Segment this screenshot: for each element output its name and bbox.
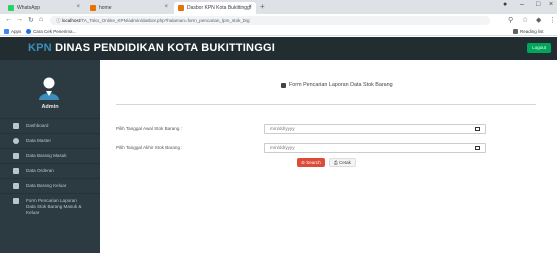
sidebar-item-label: Dashboard — [26, 123, 49, 128]
bookmark-label: Apps — [11, 29, 22, 34]
profile-icon[interactable]: ● — [503, 1, 507, 8]
reading-list-label: Reading list — [520, 29, 544, 34]
reload-icon[interactable]: ↻ — [28, 16, 34, 24]
sidebar-item-data-barang-keluar[interactable]: Data Barang Keluar — [0, 178, 100, 193]
file-icon — [13, 168, 19, 174]
close-window-icon[interactable]: × — [549, 1, 553, 8]
brand-prefix: KPN — [28, 42, 52, 54]
print-button[interactable]: ⎙ Cetak — [329, 158, 356, 167]
new-tab-icon[interactable]: + — [260, 2, 265, 11]
sidebar-item-data-orderan[interactable]: Data Orderan — [0, 163, 100, 178]
start-date-label: Pilih Tanggal Awal Stok Barang : — [116, 126, 182, 131]
bookmarks-bar: Apps Cara Cek Penerima... Reading list — [0, 27, 557, 36]
back-icon[interactable]: ← — [5, 16, 12, 23]
globe-icon — [26, 29, 31, 34]
calendar-icon[interactable] — [475, 127, 480, 131]
user-avatar-icon — [39, 77, 59, 100]
sidebar-item-label: Data Master — [26, 138, 52, 143]
star-icon[interactable]: ☆ — [522, 16, 528, 24]
url-field[interactable]: ⓘ localhost/TA_Toko_Online_KPN/admin/das… — [50, 16, 490, 25]
search-button[interactable]: ⊘ Search — [297, 158, 325, 167]
bookmark-cara-cek[interactable]: Cara Cek Penerima... — [26, 29, 76, 34]
brand-rest: DINAS PENDIDIKAN KOTA BUKITTINGGI — [51, 42, 275, 54]
sidebar-item-dashboard[interactable]: Dashboard — [0, 118, 100, 133]
home-icon[interactable]: ⌂ — [39, 16, 43, 23]
bookmark-apps[interactable]: Apps — [4, 29, 21, 34]
sidebar-item-label: Data Orderan — [26, 168, 54, 173]
sidebar-menu: Dashboard Data Master Data Barang Masuk … — [0, 118, 100, 220]
bookmark-label: Cara Cek Penerima... — [33, 29, 77, 34]
dashboard-icon — [13, 123, 19, 129]
end-date-input[interactable]: mm/dd/yyyy — [264, 143, 486, 153]
tab-label: home — [99, 5, 112, 11]
tab-label: Dasbor KPN Kota Bukittinggi — [187, 5, 251, 11]
logout-label: Logout — [532, 45, 546, 50]
apps-icon — [4, 29, 9, 34]
page-icon — [178, 5, 184, 11]
main-content: Form Pencarian Laporan Data Stok Barang … — [100, 60, 557, 253]
database-icon — [13, 138, 19, 144]
file-icon — [281, 82, 286, 88]
search-form-box: Form Pencarian Laporan Data Stok Barang … — [116, 74, 536, 164]
sidebar-item-label: Data Barang Masuk — [26, 153, 67, 158]
reading-list[interactable]: Reading list — [513, 29, 544, 34]
url-path: /TA_Toko_Online_KPN/admin/dasbor.php?hal… — [80, 18, 250, 23]
end-date-label: Pilih Tanggal Akhir Stok Barang : — [116, 145, 183, 150]
start-date-input[interactable]: mm/dd/yyyy — [264, 124, 486, 134]
tab-dasbor[interactable]: Dasbor KPN Kota Bukittinggi × — [174, 2, 256, 14]
close-icon[interactable]: × — [164, 4, 168, 10]
menu-icon[interactable]: ⋮ — [549, 16, 556, 24]
extension-icon[interactable]: ◆ — [536, 16, 541, 24]
close-icon[interactable]: × — [248, 4, 252, 10]
calendar-icon[interactable] — [475, 146, 480, 150]
app-header: KPN DINAS PENDIDIKAN KOTA BUKITTINGGI Lo… — [0, 37, 557, 60]
tab-home[interactable]: home × — [86, 2, 172, 14]
start-date-placeholder: mm/dd/yyyy — [270, 126, 295, 131]
end-date-placeholder: mm/dd/yyyy — [270, 145, 295, 150]
address-bar-row: ← → ↻ ⌂ ⓘ localhost/TA_Toko_Online_KPN/a… — [0, 14, 557, 27]
sidebar-item-data-master[interactable]: Data Master — [0, 133, 100, 148]
sidebar-item-label: Form Pencarian Laporan Data Stok Barang … — [26, 198, 82, 215]
minimize-icon[interactable]: – — [520, 1, 524, 8]
brand-title: KPN DINAS PENDIDIKAN KOTA BUKITTINGGI — [28, 42, 275, 54]
page-icon — [90, 5, 96, 11]
form-title: Form Pencarian Laporan Data Stok Barang — [281, 82, 393, 88]
file-icon — [13, 198, 19, 204]
search-label: Search — [306, 160, 321, 165]
sidebar: Admin Dashboard Data Master Data Barang … — [0, 60, 100, 253]
tab-whatsapp[interactable]: WhatsApp × — [4, 2, 84, 14]
url-host: localhost — [61, 18, 81, 23]
tab-label: WhatsApp — [17, 5, 41, 11]
file-icon — [13, 153, 19, 159]
forward-icon[interactable]: → — [16, 16, 23, 23]
file-icon — [13, 183, 19, 189]
form-title-text: Form Pencarian Laporan Data Stok Barang — [289, 82, 393, 88]
divider — [116, 104, 536, 105]
sidebar-item-label: Data Barang Keluar — [26, 183, 67, 188]
sidebar-item-form-pencarian[interactable]: Form Pencarian Laporan Data Stok Barang … — [0, 193, 100, 220]
browser-tab-strip: WhatsApp × home × Dasbor KPN Kota Bukitt… — [0, 0, 557, 14]
user-name: Admin — [41, 104, 59, 110]
close-icon[interactable]: × — [76, 4, 80, 10]
whatsapp-icon — [8, 5, 14, 11]
zoom-icon[interactable]: ⚲ — [508, 16, 513, 24]
reading-list-icon — [513, 29, 518, 34]
logout-button[interactable]: Logout — [527, 43, 551, 53]
sidebar-item-data-barang-masuk[interactable]: Data Barang Masuk — [0, 148, 100, 163]
maximize-icon[interactable]: □ — [536, 1, 540, 8]
print-label: Cetak — [338, 160, 351, 165]
